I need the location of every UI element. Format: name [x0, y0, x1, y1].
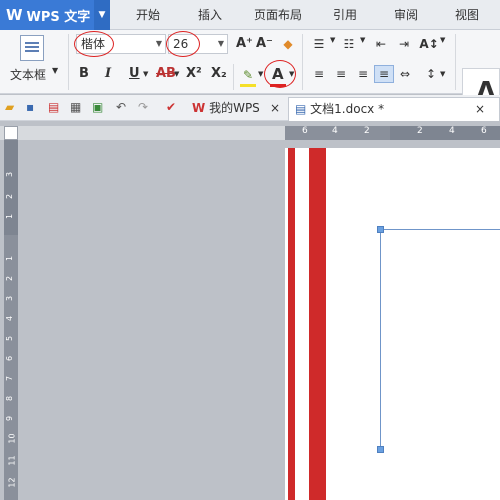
subscript-button[interactable]: X₂	[211, 66, 227, 81]
align-right-icon[interactable]: ≡	[354, 66, 372, 82]
app-menu-button[interactable]: W WPS 文字 ▼	[0, 0, 110, 30]
ruler-tick-label: 5	[5, 335, 15, 342]
ruler-tick-label: 10	[7, 433, 17, 444]
ruler-tick-label: 2	[417, 126, 423, 136]
ruler-tick-label: 4	[332, 126, 338, 136]
superscript-button[interactable]: X²	[186, 66, 202, 81]
ribbon: 文本框 ▼ 楷体 ▼ 26 ▼ A⁺ A⁻ ◆ B I U ▼ AB ▼ X² …	[0, 30, 500, 118]
document-icon: ▤	[295, 102, 307, 116]
italic-button[interactable]: I	[105, 66, 111, 81]
ruler-tick-label: 12	[7, 477, 17, 488]
print-preview-icon[interactable]: ▣	[92, 100, 106, 114]
align-center-icon[interactable]: ≡	[332, 66, 350, 82]
quick-access-toolbar: ▰ ▪ ▤ ▦ ▣ ↶ ↷ ✔ W 我的WPS × ▤ 文档1.docx * ×	[0, 95, 500, 121]
tab-insert[interactable]: 插入	[198, 0, 222, 30]
grow-font-button[interactable]: A⁺	[236, 36, 253, 51]
close-icon[interactable]: ×	[270, 97, 280, 119]
text-direction-icon[interactable]: A↕	[419, 36, 438, 52]
bullet-list-icon[interactable]: ☰	[310, 36, 328, 52]
chevron-down-icon: ▼	[217, 39, 224, 48]
chevron-down-icon[interactable]: ▼	[440, 70, 445, 78]
ruler-tick-label: 6	[5, 355, 15, 362]
chevron-down-icon[interactable]: ▼	[440, 36, 445, 44]
ruler-tick-label: 2	[364, 126, 370, 136]
wps-window: W WPS 文字 ▼ 开始 插入 页面布局 引用 审阅 视图 文本框 ▼ 楷体 …	[0, 0, 500, 500]
tab-view[interactable]: 视图	[455, 0, 479, 30]
textbox-icon[interactable]	[20, 35, 44, 61]
chevron-down-icon[interactable]: ▼	[174, 70, 179, 78]
ruler-tick-label: 6	[481, 126, 487, 136]
vertical-ruler: 3 2 1 1 2 3 4 5 6 7 8 9 10 11 12	[4, 140, 18, 500]
save-icon[interactable]: ▪	[26, 100, 40, 114]
ruler-tick-label: 3	[5, 295, 15, 302]
app-name: WPS 文字	[26, 9, 91, 25]
ruler-tick-label: 6	[302, 126, 308, 136]
line-spacing-icon[interactable]: ↕	[422, 66, 440, 82]
ruler-tick-label: 2	[5, 275, 15, 282]
numbered-list-icon[interactable]: ☷	[340, 36, 358, 52]
chevron-down-icon[interactable]: ▼	[360, 36, 365, 44]
ruler-tick-label: 1	[5, 255, 15, 262]
highlight-color-bar	[240, 84, 256, 87]
chevron-down-icon[interactable]: ▼	[258, 70, 263, 78]
highlight-circle-font-size	[166, 31, 200, 57]
menu-bar: W WPS 文字 ▼ 开始 插入 页面布局 引用 审阅 视图	[0, 0, 500, 30]
justify-icon[interactable]: ≡	[374, 65, 394, 83]
align-left-icon[interactable]: ≡	[310, 66, 328, 82]
ruler-tick-label: 4	[5, 315, 15, 322]
ruler-tick-label: 8	[5, 395, 15, 402]
tab-my-wps[interactable]: W 我的WPS ×	[186, 97, 286, 121]
red-stripe-thick	[309, 148, 326, 500]
tab-document[interactable]: ▤ 文档1.docx * ×	[288, 97, 500, 121]
chevron-down-icon[interactable]: ▼	[143, 70, 148, 78]
textbox-button[interactable]: 文本框	[10, 66, 46, 83]
tab-page-layout[interactable]: 页面布局	[254, 0, 302, 30]
decrease-indent-icon[interactable]: ⇤	[372, 36, 390, 52]
ruler-tick-label: 11	[7, 455, 17, 466]
resize-handle[interactable]	[377, 446, 384, 453]
ruler-tick-label: 4	[449, 126, 455, 136]
horizontal-ruler: 6 4 2 2 4 6	[0, 126, 500, 140]
tab-home[interactable]: 开始	[136, 0, 160, 30]
ruler-tick-label: 9	[5, 415, 15, 422]
tab-references[interactable]: 引用	[333, 0, 357, 30]
tab-document-label: 文档1.docx *	[310, 102, 385, 116]
chevron-down-icon[interactable]: ▼	[52, 66, 58, 75]
redo-icon[interactable]: ↷	[138, 100, 152, 114]
chevron-down-icon: ▼	[155, 39, 162, 48]
shrink-font-button[interactable]: A⁻	[256, 36, 273, 51]
tab-review[interactable]: 审阅	[394, 0, 418, 30]
tab-my-wps-label: 我的WPS	[209, 101, 260, 115]
underline-button[interactable]: U	[129, 66, 140, 81]
highlight-circle-font-name	[74, 31, 114, 57]
clear-format-icon[interactable]: ◆	[280, 36, 296, 52]
textbox-frame[interactable]	[380, 229, 500, 450]
ruler-tick-label: 3	[5, 171, 15, 178]
wps-tab-icon: W	[192, 101, 206, 115]
chevron-down-icon[interactable]: ▼	[330, 36, 335, 44]
highlight-icon[interactable]: ✎	[240, 67, 256, 83]
print-icon[interactable]: ▦	[70, 100, 84, 114]
red-stripe-thin	[288, 148, 295, 500]
ruler-tick-label: 2	[5, 193, 15, 200]
tab-stop-selector[interactable]	[4, 126, 18, 140]
highlight-circle-font-color	[264, 60, 296, 88]
undo-icon[interactable]: ↶	[116, 100, 130, 114]
strikethrough-button[interactable]: AB	[156, 66, 176, 81]
wps-logo-icon: W	[6, 6, 23, 24]
increase-indent-icon[interactable]: ⇥	[395, 36, 413, 52]
resize-handle[interactable]	[377, 226, 384, 233]
pin-icon[interactable]: ✔	[166, 100, 180, 114]
bold-button[interactable]: B	[79, 66, 89, 81]
distribute-icon[interactable]: ⇔	[396, 66, 414, 82]
ruler-tick-label: 7	[5, 375, 15, 382]
ruler-tick-label: 1	[5, 213, 15, 220]
export-pdf-icon[interactable]: ▤	[48, 100, 62, 114]
caret-down-icon[interactable]: ▼	[94, 0, 110, 30]
open-folder-icon[interactable]: ▰	[5, 100, 19, 114]
close-icon[interactable]: ×	[475, 98, 485, 120]
